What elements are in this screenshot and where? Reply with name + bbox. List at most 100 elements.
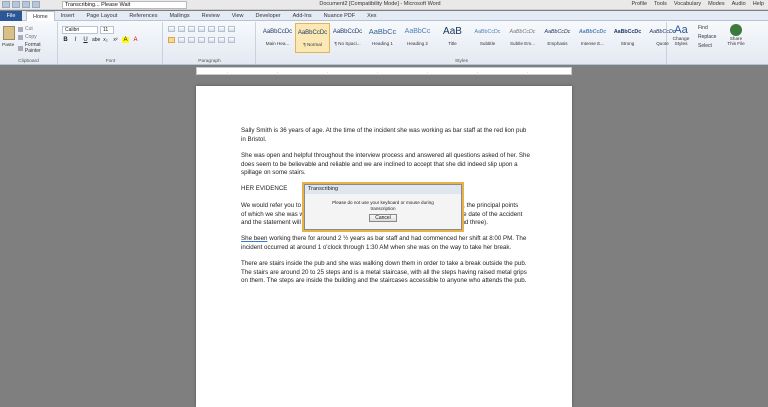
ruler-tick: ·	[277, 70, 279, 75]
ribbon: Paste Cut Copy Format Painter Clipboard …	[0, 21, 768, 65]
select-button[interactable]: Select	[698, 42, 716, 51]
shading-icon[interactable]	[218, 37, 225, 43]
menu-modes[interactable]: Modes	[708, 1, 725, 7]
paragraph-stairs[interactable]: There are stairs inside the pub and she …	[241, 260, 531, 286]
justify-icon[interactable]	[198, 37, 205, 43]
share-button[interactable]: Share This File	[727, 24, 745, 46]
paragraph-intro[interactable]: Sally Smith is 36 years of age. At the t…	[241, 127, 531, 144]
paragraph-group: Paragraph	[164, 22, 256, 64]
style-subtle-emphasis[interactable]: AaBbCcDc Subtle Em...	[505, 23, 540, 53]
ruler-tick: ·	[527, 70, 529, 75]
paste-icon[interactable]	[3, 26, 15, 40]
strikethrough-button[interactable]: abe	[92, 37, 100, 43]
line-spacing-icon[interactable]	[208, 37, 215, 43]
subscript-button[interactable]: x₂	[102, 37, 109, 43]
borders-icon[interactable]	[228, 37, 235, 43]
align-left-icon[interactable]	[168, 37, 175, 43]
find-button[interactable]: Find	[698, 24, 716, 33]
dragon-menu: Profile Tools Vocabulary Modes Audio Hel…	[631, 1, 764, 7]
copy-button[interactable]: Copy	[18, 34, 37, 40]
transcribing-dialog: Transcribing Please do not use your keyb…	[304, 184, 462, 230]
font-format-buttons: B I U abe x₂ x² A A	[62, 37, 139, 43]
show-marks-icon[interactable]	[228, 26, 235, 32]
ruler-tick: ·	[427, 70, 429, 75]
clipboard-group-label: Clipboard	[18, 59, 39, 64]
underline-button[interactable]: U	[82, 37, 89, 43]
superscript-button[interactable]: x²	[112, 37, 119, 43]
ruler-tick: ·	[327, 70, 329, 75]
decrease-indent-icon[interactable]	[198, 26, 205, 32]
font-color-button[interactable]: A	[132, 37, 139, 43]
bold-button[interactable]: B	[62, 37, 69, 43]
align-right-icon[interactable]	[188, 37, 195, 43]
ruler-tick: ·	[227, 70, 229, 75]
paragraph-group-label: Paragraph	[198, 59, 221, 64]
paragraph-refer-left[interactable]: We would refer you to of which we she wa…	[241, 202, 309, 228]
format-painter-button[interactable]: Format Painter	[18, 42, 57, 54]
font-size-select[interactable]: 11	[100, 26, 114, 34]
style-normal[interactable]: AaBbCcDc ¶ Normal	[295, 23, 330, 53]
bullets-icon[interactable]	[168, 26, 175, 32]
editing-group: Find Replace Select	[698, 24, 716, 51]
document-page[interactable]: Sally Smith is 36 years of age. At the t…	[196, 86, 572, 407]
dialog-title: Transcribing	[305, 185, 461, 194]
menu-help[interactable]: Help	[753, 1, 764, 7]
menu-vocabulary[interactable]: Vocabulary	[674, 1, 701, 7]
style-main-heading[interactable]: AaBbCcDc Main Hea...	[260, 23, 295, 53]
style-heading-1[interactable]: AaBbCc Heading 1	[365, 23, 400, 53]
multilevel-list-icon[interactable]	[188, 26, 195, 32]
title-bar: Transcribing... Please Wait Document2 [C…	[0, 0, 768, 10]
copy-icon	[18, 34, 23, 40]
clipboard-group: Paste Cut Copy Format Painter Clipboard	[0, 22, 58, 64]
align-center-icon[interactable]	[178, 37, 185, 43]
paragraph-top-row	[168, 26, 235, 32]
cancel-button[interactable]: Cancel	[369, 214, 397, 222]
ruler-tick: ·	[477, 70, 479, 75]
ruler-tick: ·	[377, 70, 379, 75]
style-emphasis[interactable]: AaBbCcDc Emphasis	[540, 23, 575, 53]
tab-file[interactable]: File	[0, 11, 22, 21]
style-no-spacing[interactable]: AaBbCcDc ¶ No Spaci...	[330, 23, 365, 53]
paste-button[interactable]: Paste	[2, 43, 14, 48]
scissors-icon	[18, 26, 23, 32]
paragraph-bottom-row	[168, 37, 235, 43]
replace-button[interactable]: Replace	[698, 33, 716, 42]
dragon-status-field[interactable]: Transcribing... Please Wait	[62, 1, 187, 9]
window-title: Document2 [Compatibility Mode] - Microso…	[319, 1, 441, 7]
paragraph-shift[interactable]: She been working there for around 2 ½ ye…	[241, 235, 531, 252]
font-group-label: Font	[105, 59, 116, 64]
style-strong[interactable]: AaBbCcDc Strong	[610, 23, 645, 53]
font-name-select[interactable]: Calibri	[62, 26, 98, 34]
font-group: Calibri 11 B I U abe x₂ x² A A Font	[59, 22, 163, 64]
styles-gallery: AaBbCcDc Main Hea... AaBbCcDc ¶ Normal AaB…	[260, 23, 680, 53]
style-heading-2[interactable]: AaBbCc Heading 2	[400, 23, 435, 53]
paragraph-witness[interactable]: She was open and helpful throughout the …	[241, 152, 531, 178]
paragraph-refer-right[interactable]: to, the principal points the date of the…	[458, 202, 548, 228]
italic-button[interactable]: I	[72, 37, 79, 43]
brush-icon	[18, 45, 23, 51]
text-highlight-button[interactable]: A	[122, 37, 129, 43]
change-styles-button[interactable]: Aa Change Styles	[670, 23, 692, 47]
style-title[interactable]: AaB Title	[435, 23, 470, 53]
share-icon	[730, 24, 742, 36]
change-styles-icon: Aa	[674, 24, 688, 36]
style-subtitle[interactable]: AaBbCcDc Subtitle	[470, 23, 505, 53]
undo-icon[interactable]	[12, 1, 20, 8]
save-icon[interactable]	[2, 1, 10, 8]
customize-icon[interactable]	[32, 1, 40, 8]
ribbon-tabs: File Home Insert Page Layout References …	[0, 11, 768, 22]
cut-button[interactable]: Cut	[18, 26, 33, 32]
underlined-text: She been	[241, 235, 268, 242]
increase-indent-icon[interactable]	[208, 26, 215, 32]
redo-icon[interactable]	[22, 1, 30, 8]
style-intense-emphasis[interactable]: AaBbCcDc Intense E...	[575, 23, 610, 53]
sort-icon[interactable]	[218, 26, 225, 32]
menu-audio[interactable]: Audio	[732, 1, 746, 7]
horizontal-ruler[interactable]: · · · · · · ·	[196, 67, 572, 75]
quick-access-toolbar	[2, 1, 40, 8]
dialog-message: Please do not use your keyboard or mouse…	[332, 200, 434, 211]
menu-tools[interactable]: Tools	[654, 1, 667, 7]
numbering-icon[interactable]	[178, 26, 185, 32]
menu-profile[interactable]: Profile	[631, 1, 647, 7]
styles-group-label: Styles	[454, 59, 469, 64]
